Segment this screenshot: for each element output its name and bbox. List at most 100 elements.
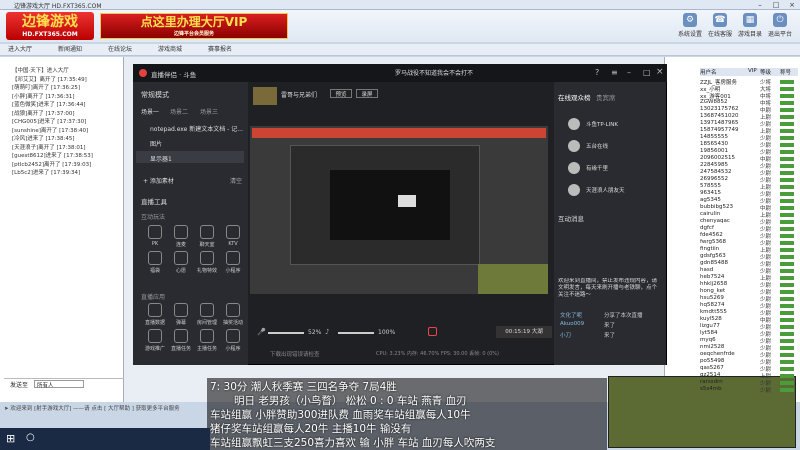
menu-icon[interactable]: ≡: [611, 68, 618, 77]
mic-icon[interactable]: 🎤: [257, 328, 266, 336]
clear-button[interactable]: 清空: [230, 176, 242, 185]
tool-icon[interactable]: [226, 225, 240, 239]
toolbar-item[interactable]: 赛事报名: [208, 45, 232, 55]
tool-icon[interactable]: [174, 303, 188, 317]
preview-button[interactable]: 预览: [330, 89, 352, 98]
user-name[interactable]: oeqchenfrde: [700, 351, 735, 357]
viewer-name[interactable]: 斗鱼TP-LINK: [586, 120, 618, 128]
system-volume-slider[interactable]: [338, 332, 374, 334]
chat-user[interactable]: 小刀: [560, 331, 571, 339]
user-name[interactable]: s5s4mb: [700, 386, 722, 392]
obs-maximize-icon[interactable]: □: [643, 68, 651, 77]
tool-icon[interactable]: [148, 329, 162, 343]
user-name[interactable]: hhklj2658: [700, 281, 727, 287]
user-name[interactable]: fingtiin: [700, 246, 719, 252]
tab-vip[interactable]: 贵宾席: [596, 92, 616, 102]
user-name[interactable]: 578555: [700, 183, 721, 189]
close-button[interactable]: ×: [784, 0, 800, 10]
add-source-button[interactable]: + 添加素材: [143, 176, 174, 185]
tab-viewers[interactable]: 在线观众榜: [558, 92, 591, 102]
tool-icon[interactable]: [226, 251, 240, 265]
user-name[interactable]: lizgu77: [700, 323, 720, 329]
user-name[interactable]: 26996552: [700, 176, 728, 182]
exit-button[interactable]: ⏻ 退出平台: [766, 13, 794, 39]
source-item[interactable]: 显示器1: [150, 154, 172, 163]
tool-icon[interactable]: [226, 303, 240, 317]
speaker-icon[interactable]: ♪: [325, 328, 329, 336]
viewer-name[interactable]: 有缘千里: [586, 164, 608, 172]
user-name[interactable]: ZGW8852: [700, 99, 727, 105]
viewer-name[interactable]: 天涯浪人朋友天: [586, 186, 625, 194]
user-name[interactable]: gdn85488: [700, 260, 728, 266]
user-name[interactable]: hq58274: [700, 302, 724, 308]
source-item[interactable]: notepad.exe 新建文本文档 - 记...: [150, 124, 243, 133]
tool-icon[interactable]: [174, 329, 188, 343]
minimize-button[interactable]: –: [752, 0, 768, 10]
user-name[interactable]: chenyaqac: [700, 218, 730, 224]
tool-icon[interactable]: [226, 329, 240, 343]
support-button[interactable]: ☎ 在线客服: [706, 13, 734, 39]
viewer-name[interactable]: 五台在线: [586, 142, 608, 150]
user-name[interactable]: 22845985: [700, 162, 728, 168]
user-name[interactable]: 15874957749: [700, 127, 739, 133]
help-icon[interactable]: ?: [595, 68, 599, 77]
user-name[interactable]: 13971487965: [700, 120, 739, 126]
toolbar-item[interactable]: 在线论坛: [108, 45, 132, 55]
obs-minimize-icon[interactable]: –: [627, 68, 631, 77]
user-name[interactable]: hong_ket: [700, 288, 725, 294]
user-name[interactable]: po55498: [700, 358, 724, 364]
chat-user[interactable]: Akuo009: [560, 321, 584, 327]
user-name[interactable]: 13023175762: [700, 106, 739, 112]
vip-banner-button[interactable]: 点这里办理大厅VIP 边锋平台会员服务: [100, 13, 288, 39]
send-target-select[interactable]: 所有人: [34, 380, 84, 389]
source-item[interactable]: 图片: [150, 139, 162, 148]
toolbar-item[interactable]: 进入大厅: [8, 45, 32, 55]
scene-tab[interactable]: 场景三: [200, 107, 218, 116]
user-name[interactable]: 2096002515: [700, 155, 735, 161]
tool-icon[interactable]: [174, 251, 188, 265]
user-name[interactable]: heb7524: [700, 274, 724, 280]
user-name[interactable]: gdsfg563: [700, 253, 726, 259]
tool-icon[interactable]: [148, 251, 162, 265]
user-name[interactable]: kmdtt555: [700, 309, 727, 315]
mode-label[interactable]: 常规模式: [141, 90, 169, 100]
user-name[interactable]: fde4562: [700, 232, 723, 238]
user-name[interactable]: 963415: [700, 190, 721, 196]
record-icon[interactable]: [428, 327, 437, 336]
user-name[interactable]: 19856001: [700, 148, 728, 154]
tool-icon[interactable]: [174, 225, 188, 239]
user-name[interactable]: qz2514: [700, 372, 720, 378]
maximize-button[interactable]: □: [768, 0, 784, 10]
user-name[interactable]: fwrg5368: [700, 239, 726, 245]
user-name[interactable]: 247584532: [700, 169, 732, 175]
games-button[interactable]: ▦ 游戏目录: [736, 13, 764, 39]
user-name[interactable]: 13687451020: [700, 113, 739, 119]
user-name[interactable]: lyt584: [700, 330, 717, 336]
scene-tab[interactable]: 场景一: [141, 107, 159, 116]
user-name[interactable]: hsu5269: [700, 295, 724, 301]
toolbar-item[interactable]: 游戏商城: [158, 45, 182, 55]
toolbar-item[interactable]: 新闻通知: [58, 45, 82, 55]
tool-icon[interactable]: [200, 303, 214, 317]
obs-close-icon[interactable]: ×: [656, 67, 664, 77]
mic-volume-slider[interactable]: [268, 332, 304, 334]
tool-icon[interactable]: [200, 329, 214, 343]
scene-tab[interactable]: 场景二: [170, 107, 188, 116]
tool-icon[interactable]: [200, 225, 214, 239]
user-name[interactable]: kuyl528: [700, 316, 722, 322]
user-name[interactable]: dgfcf: [700, 225, 714, 231]
start-icon[interactable]: ⊞: [6, 432, 15, 445]
user-name[interactable]: rarssdrn: [700, 379, 723, 385]
user-name[interactable]: bubbibg523: [700, 204, 733, 210]
user-name[interactable]: ag5345: [700, 197, 721, 203]
record-button[interactable]: 录屏: [356, 89, 378, 98]
user-name[interactable]: 14855555: [700, 134, 728, 140]
tool-icon[interactable]: [200, 251, 214, 265]
user-name[interactable]: cairulin: [700, 211, 720, 217]
tool-icon[interactable]: [148, 303, 162, 317]
user-name[interactable]: 18565430: [700, 141, 728, 147]
settings-button[interactable]: ⚙ 系统设置: [676, 13, 704, 39]
user-name[interactable]: myq6: [700, 337, 716, 343]
chat-user[interactable]: 文化了呢: [560, 311, 582, 319]
tool-icon[interactable]: [148, 225, 162, 239]
